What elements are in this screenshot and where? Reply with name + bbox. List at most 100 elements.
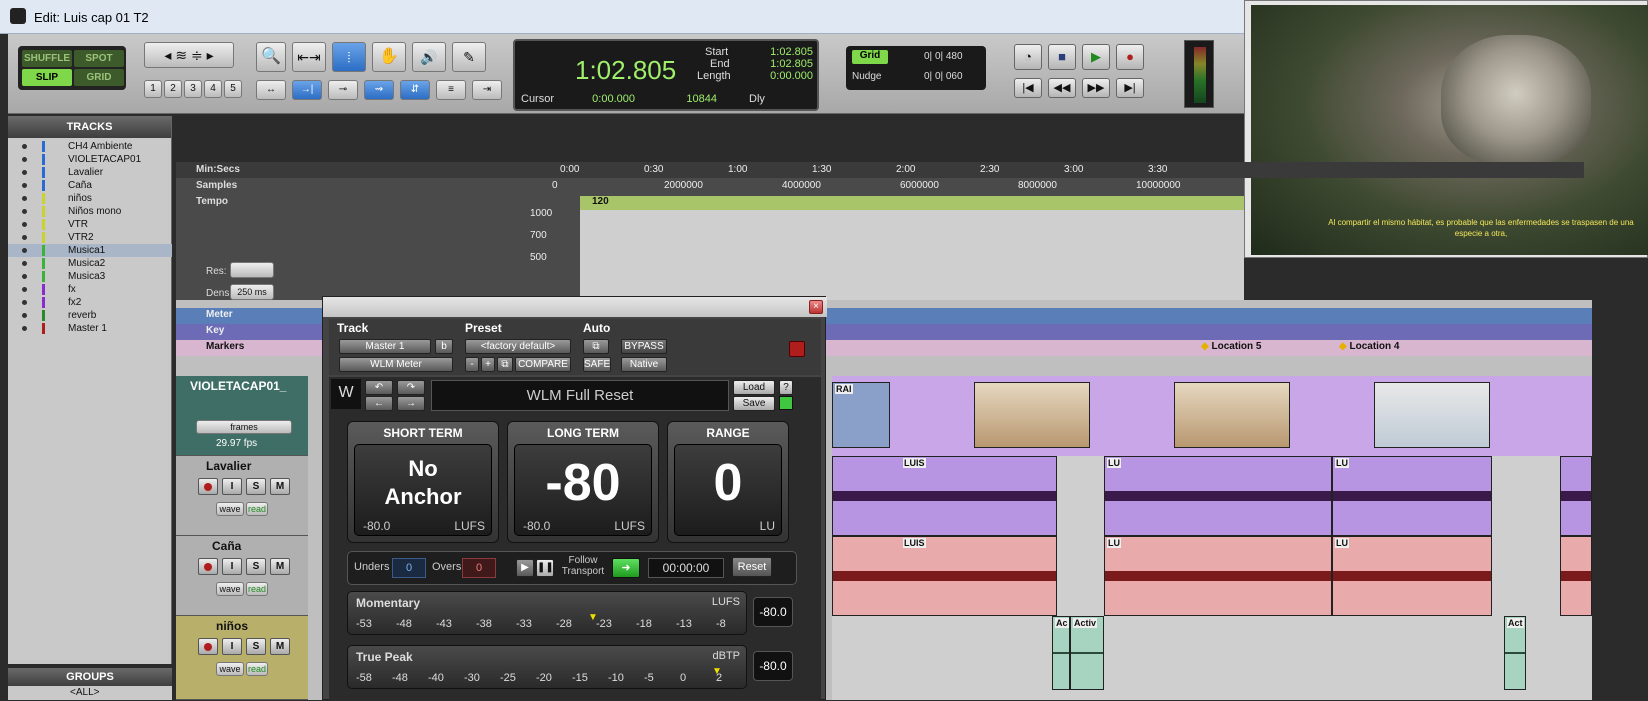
video-thumbnail[interactable] bbox=[1174, 382, 1290, 448]
solo-button[interactable]: S bbox=[246, 558, 266, 575]
dens-selector[interactable]: 250 ms bbox=[230, 284, 274, 300]
track-name-lavalier[interactable]: Lavalier bbox=[206, 459, 251, 473]
insert-position-selector[interactable]: b bbox=[435, 339, 453, 354]
marker-location-5[interactable]: ◆ Location 5 bbox=[1201, 341, 1262, 352]
tab-to-transient-button[interactable]: ↔ bbox=[256, 80, 286, 100]
help-button[interactable]: ? bbox=[779, 380, 793, 395]
selector-tool-button[interactable]: ⦙ bbox=[332, 42, 366, 72]
keyboard-focus-button[interactable]: ≡ bbox=[436, 80, 466, 100]
track-list-item[interactable]: Master 1 bbox=[8, 322, 172, 335]
link-timeline-button[interactable]: →| bbox=[292, 80, 322, 100]
show-hide-icon[interactable] bbox=[22, 183, 27, 188]
preset-display[interactable]: WLM Full Reset bbox=[431, 380, 729, 411]
nudge-button[interactable]: Nudge bbox=[852, 71, 881, 82]
slip-mode-button[interactable]: SLIP bbox=[22, 69, 72, 86]
compare-button[interactable]: COMPARE bbox=[515, 357, 571, 372]
show-hide-icon[interactable] bbox=[22, 313, 27, 318]
tempo-lane[interactable]: 120 bbox=[580, 196, 1244, 210]
copy-settings-button[interactable]: ⧉ bbox=[497, 357, 513, 372]
audio-clip[interactable]: LUIS bbox=[832, 536, 1057, 616]
setup-b-button[interactable]: → bbox=[397, 396, 425, 411]
timebase-selector[interactable]: frames bbox=[196, 420, 292, 434]
record-enable-button[interactable] bbox=[198, 558, 218, 575]
show-hide-icon[interactable] bbox=[22, 144, 27, 149]
nudge-tab-button[interactable]: ⇥ bbox=[472, 80, 502, 100]
link-track-button[interactable]: ⊸ bbox=[328, 80, 358, 100]
track-list-item[interactable]: reverb bbox=[8, 309, 172, 322]
safe-button[interactable]: SAFE bbox=[583, 357, 611, 372]
load-button[interactable]: Load bbox=[733, 380, 775, 395]
online-button[interactable]: ◔ bbox=[1014, 44, 1042, 70]
track-list-item[interactable]: Musica2 bbox=[8, 257, 172, 270]
automation-mode[interactable]: read bbox=[246, 582, 268, 596]
mirror-midi-button[interactable]: ⇵ bbox=[400, 80, 430, 100]
tracks-list-title[interactable]: TRACKS bbox=[8, 116, 171, 138]
track-list-item[interactable]: Lavalier bbox=[8, 166, 172, 179]
show-hide-icon[interactable] bbox=[22, 261, 27, 266]
audio-clip[interactable] bbox=[1560, 456, 1592, 536]
video-thumbnail[interactable]: RAI bbox=[832, 382, 890, 448]
minsecs-ruler[interactable]: Min:Secs 0:00 0:30 1:00 1:30 2:00 2:30 3:00 3:3… bbox=[176, 162, 1584, 178]
grid-mode-button[interactable]: GRID bbox=[74, 69, 124, 86]
show-hide-icon[interactable] bbox=[22, 235, 27, 240]
native-button[interactable]: Native bbox=[621, 357, 667, 372]
solo-button[interactable]: S bbox=[246, 478, 266, 495]
track-list-item[interactable]: Caña bbox=[8, 179, 172, 192]
groups-all-item[interactable]: <ALL> bbox=[70, 687, 99, 698]
audio-clip[interactable]: LU bbox=[1332, 536, 1492, 616]
trim-tool-button[interactable]: ⇤⇥ bbox=[292, 42, 326, 72]
show-hide-icon[interactable] bbox=[22, 222, 27, 227]
show-hide-icon[interactable] bbox=[22, 300, 27, 305]
track-list-item[interactable]: VIOLETACAP01 bbox=[8, 153, 172, 166]
track-header-lavalier[interactable]: Lavalier I S M wave read bbox=[176, 456, 308, 536]
show-hide-icon[interactable] bbox=[22, 170, 27, 175]
track-list-item[interactable]: fx2 bbox=[8, 296, 172, 309]
main-counter-value[interactable]: 1:02.805 bbox=[575, 55, 676, 86]
track-list-item[interactable]: VTR bbox=[8, 218, 172, 231]
cana-track-lane[interactable]: LUIS LU LU bbox=[832, 536, 1592, 616]
zoom-preset-4[interactable]: 4 bbox=[204, 80, 222, 98]
zoom-preset-2[interactable]: 2 bbox=[164, 80, 182, 98]
shuffle-mode-button[interactable]: SHUFFLE bbox=[22, 50, 72, 67]
preset-previous-button[interactable]: - bbox=[465, 357, 479, 372]
track-list-item[interactable]: Musica1 bbox=[8, 244, 172, 257]
spot-mode-button[interactable]: SPOT bbox=[74, 50, 124, 67]
undo-button[interactable]: ↶ bbox=[365, 380, 393, 395]
show-hide-icon[interactable] bbox=[22, 157, 27, 162]
groups-title[interactable]: GROUPS bbox=[8, 668, 172, 686]
track-list-item[interactable]: Musica3 bbox=[8, 270, 172, 283]
audio-clip[interactable]: LU bbox=[1104, 456, 1332, 536]
fast-forward-button[interactable]: ▶▶ bbox=[1082, 78, 1110, 98]
res-selector[interactable] bbox=[230, 262, 274, 278]
audio-clip[interactable] bbox=[1560, 536, 1592, 616]
track-header-cana[interactable]: Caña I S M wave read bbox=[176, 536, 308, 616]
input-monitor-button[interactable]: I bbox=[222, 638, 242, 655]
record-button[interactable]: ● bbox=[1116, 44, 1144, 70]
track-list-item[interactable]: niños bbox=[8, 192, 172, 205]
audio-clip[interactable]: Ac bbox=[1052, 616, 1070, 690]
insertion-follows-button[interactable]: ⇝ bbox=[364, 80, 394, 100]
marker-location-4[interactable]: ◆ Location 4 bbox=[1339, 341, 1400, 352]
return-to-zero-button[interactable]: |◀ bbox=[1014, 78, 1042, 98]
setup-a-button[interactable]: ← bbox=[365, 396, 393, 411]
audio-clip[interactable]: LUIS bbox=[832, 456, 1057, 536]
input-monitor-button[interactable]: I bbox=[222, 478, 242, 495]
grid-value[interactable]: 0| 0| 480 bbox=[924, 51, 963, 62]
start-value[interactable]: 1:02.805 bbox=[755, 46, 813, 58]
zoomer-tool-button[interactable]: 🔍 bbox=[256, 42, 286, 72]
automation-mode[interactable]: read bbox=[246, 502, 268, 516]
record-enable-button[interactable] bbox=[198, 638, 218, 655]
reset-button[interactable]: Reset bbox=[732, 557, 772, 577]
video-track-lane[interactable]: RAI bbox=[832, 376, 1592, 456]
video-thumbnail[interactable] bbox=[1374, 382, 1490, 448]
show-hide-icon[interactable] bbox=[22, 326, 27, 331]
meter-pause-button[interactable]: ❚❚ bbox=[536, 559, 554, 577]
plugin-title-bar[interactable]: × bbox=[323, 297, 827, 317]
grabber-tool-button[interactable]: ✋ bbox=[372, 42, 406, 72]
meter-play-button[interactable]: ▶ bbox=[516, 559, 534, 577]
lavalier-track-lane[interactable]: LUIS LU LU bbox=[832, 456, 1592, 536]
track-list-item[interactable]: Niños mono bbox=[8, 205, 172, 218]
track-name-ninos[interactable]: niños bbox=[216, 619, 248, 633]
show-hide-icon[interactable] bbox=[22, 287, 27, 292]
video-thumbnail[interactable] bbox=[974, 382, 1090, 448]
